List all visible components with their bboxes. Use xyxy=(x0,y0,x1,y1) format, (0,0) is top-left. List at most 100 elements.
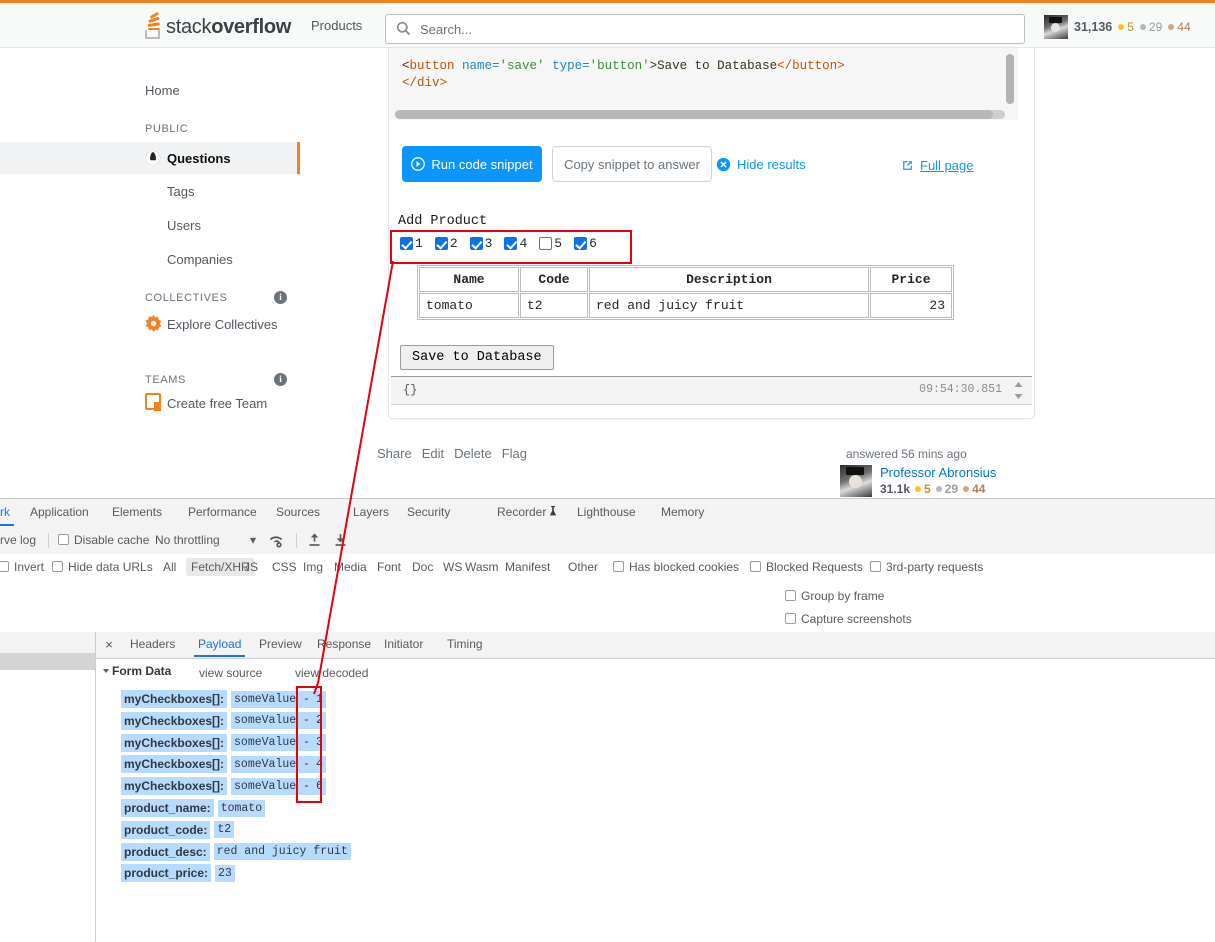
full-page-button[interactable]: Full page xyxy=(901,153,973,177)
preserve-log-label[interactable]: rve log xyxy=(0,527,36,554)
devtools-tab-lighthouse[interactable]: Lighthouse xyxy=(569,499,644,526)
share-link[interactable]: Share xyxy=(377,446,412,461)
run-code-snippet-button[interactable]: Run code snippet xyxy=(402,146,542,182)
filter-type-doc[interactable]: Doc xyxy=(412,554,433,580)
checkbox-item-6[interactable]: 6 xyxy=(574,236,597,251)
nav-products[interactable]: Products xyxy=(311,18,362,33)
sidebar-item-create-free-team[interactable]: Create free Team xyxy=(0,387,300,419)
save-to-database-button[interactable]: Save to Database xyxy=(400,345,554,370)
group-by-frame-checkbox[interactable]: Group by frame xyxy=(785,586,884,606)
devtools-tab-security[interactable]: Security xyxy=(399,499,458,526)
code-horizontal-scrollbar-track[interactable] xyxy=(395,110,1005,119)
devtools-tab-sources[interactable]: Sources xyxy=(268,499,328,526)
detail-tab-headers[interactable]: Headers xyxy=(122,632,183,657)
form-data-row[interactable]: product_code: t2 xyxy=(121,820,235,840)
form-data-row[interactable]: myCheckboxes[]: someValue - 3 xyxy=(121,733,326,753)
hide-results-button[interactable]: Hide results xyxy=(716,151,806,177)
checkbox-icon-4[interactable] xyxy=(504,237,518,250)
form-data-section-header[interactable]: Form Data xyxy=(103,664,171,682)
import-har-icon[interactable] xyxy=(307,532,322,548)
search-input[interactable] xyxy=(418,15,1016,43)
author-username[interactable]: Professor Abronsius xyxy=(880,465,996,480)
devtools-tab-recorder[interactable]: Recorder xyxy=(489,499,565,526)
request-list-selected-row[interactable] xyxy=(0,653,95,670)
view-decoded-link[interactable]: view decoded xyxy=(295,666,368,680)
form-data-row[interactable]: myCheckboxes[]: someValue - 1 xyxy=(121,689,326,709)
code-horizontal-scrollbar-thumb[interactable] xyxy=(395,110,993,119)
checkbox-icon-1[interactable] xyxy=(400,237,413,250)
wifi-settings-icon[interactable] xyxy=(268,533,284,548)
filter-type-ws[interactable]: WS xyxy=(443,554,462,580)
stackoverflow-logo[interactable]: stackoverflow xyxy=(145,11,291,41)
author-avatar[interactable] xyxy=(840,465,872,497)
checkbox-item-3[interactable]: 3 xyxy=(469,236,492,251)
filter-type-css[interactable]: CSS xyxy=(272,554,297,580)
has-blocked-cookies-filter[interactable]: Has blocked cookies xyxy=(613,554,739,580)
devtools-tab-layers[interactable]: Layers xyxy=(345,499,397,526)
detail-tab-initiator[interactable]: Initiator xyxy=(376,632,431,657)
blocked-requests-filter[interactable]: Blocked Requests xyxy=(750,554,863,580)
checkbox-item-4[interactable]: 4 xyxy=(504,236,527,251)
detail-tab-payload[interactable]: Payload xyxy=(190,632,249,657)
form-data-row[interactable]: product_price: 23 xyxy=(121,863,235,883)
third-party-requests-filter[interactable]: 3rd-party requests xyxy=(870,554,983,580)
detail-tab-timing[interactable]: Timing xyxy=(439,632,491,657)
hide-data-urls-filter[interactable]: Hide data URLs xyxy=(52,554,153,580)
user-profile-summary[interactable]: 31,136 5 29 44 xyxy=(1044,14,1191,40)
filter-type-all[interactable]: All xyxy=(163,554,176,580)
sidebar-item-questions[interactable]: Questions xyxy=(0,142,300,174)
export-har-icon[interactable] xyxy=(333,532,348,548)
code-vertical-scrollbar[interactable] xyxy=(1006,54,1014,104)
devtools-panel: rk Application Elements Performance Sources L… xyxy=(0,498,1215,942)
checkbox-item-1[interactable]: 1 xyxy=(400,236,423,251)
invert-filter[interactable]: Invert xyxy=(0,554,44,580)
teams-info-icon[interactable]: i xyxy=(274,373,287,386)
sidebar-item-companies[interactable]: Companies xyxy=(0,243,300,275)
filter-type-media[interactable]: Media xyxy=(334,554,367,580)
network-request-list[interactable] xyxy=(0,632,96,942)
flag-link[interactable]: Flag xyxy=(502,446,527,461)
search-box[interactable] xyxy=(385,14,1025,44)
filter-type-wasm[interactable]: Wasm xyxy=(465,554,499,580)
throttling-select[interactable]: No throttling xyxy=(155,527,220,554)
checkbox-icon-2[interactable] xyxy=(434,237,448,250)
answer-author-card[interactable]: Professor Abronsius 31.1k 5 29 44 xyxy=(840,465,996,497)
devtools-tab-application[interactable]: Application xyxy=(22,499,97,526)
filter-type-img[interactable]: Img xyxy=(303,554,323,580)
copy-snippet-button[interactable]: Copy snippet to answer xyxy=(552,146,712,182)
close-icon[interactable]: × xyxy=(100,636,118,654)
sidebar-item-explore-collectives[interactable]: Explore Collectives xyxy=(0,308,300,340)
checkbox-icon-5[interactable] xyxy=(539,237,553,250)
devtools-tab-performance[interactable]: Performance xyxy=(180,499,265,526)
devtools-tab-elements[interactable]: Elements xyxy=(104,499,170,526)
delete-link[interactable]: Delete xyxy=(454,446,492,461)
checkbox-item-5[interactable]: 5 xyxy=(539,236,562,251)
capture-screenshots-checkbox[interactable]: Capture screenshots xyxy=(785,609,912,629)
filter-type-manifest[interactable]: Manifest xyxy=(505,554,550,580)
detail-tab-response[interactable]: Response xyxy=(309,632,379,657)
avatar[interactable] xyxy=(1044,15,1068,39)
chevron-down-icon[interactable]: ▾ xyxy=(250,527,256,554)
sidebar-item-home[interactable]: Home xyxy=(0,74,300,106)
collectives-info-icon[interactable]: i xyxy=(274,291,287,304)
filter-type-font[interactable]: Font xyxy=(377,554,401,580)
devtools-tab-rk[interactable]: rk xyxy=(0,499,18,526)
sidebar-item-tags[interactable]: Tags xyxy=(0,175,300,207)
filter-type-other[interactable]: Other xyxy=(568,554,598,580)
detail-tab-preview[interactable]: Preview xyxy=(251,632,310,657)
form-data-row[interactable]: product_desc: red and juicy fruit xyxy=(121,842,351,862)
sidebar-item-users[interactable]: Users xyxy=(0,209,300,241)
devtools-tab-memory[interactable]: Memory xyxy=(653,499,712,526)
checkbox-icon-3[interactable] xyxy=(469,237,483,250)
filter-type-js[interactable]: JS xyxy=(244,554,258,580)
stepper-arrows-icon[interactable] xyxy=(1013,381,1024,400)
edit-link[interactable]: Edit xyxy=(422,446,444,461)
form-data-row[interactable]: product_name: tomato xyxy=(121,798,266,818)
checkbox-item-2[interactable]: 2 xyxy=(434,236,458,251)
form-data-row[interactable]: myCheckboxes[]: someValue - 4 xyxy=(121,754,326,774)
checkbox-icon-6[interactable] xyxy=(574,237,588,250)
disable-cache-checkbox[interactable]: Disable cache xyxy=(58,527,149,554)
view-source-link[interactable]: view source xyxy=(199,666,262,680)
form-data-row[interactable]: myCheckboxes[]: someValue - 6 xyxy=(121,776,326,796)
form-data-row[interactable]: myCheckboxes[]: someValue - 2 xyxy=(121,711,326,731)
